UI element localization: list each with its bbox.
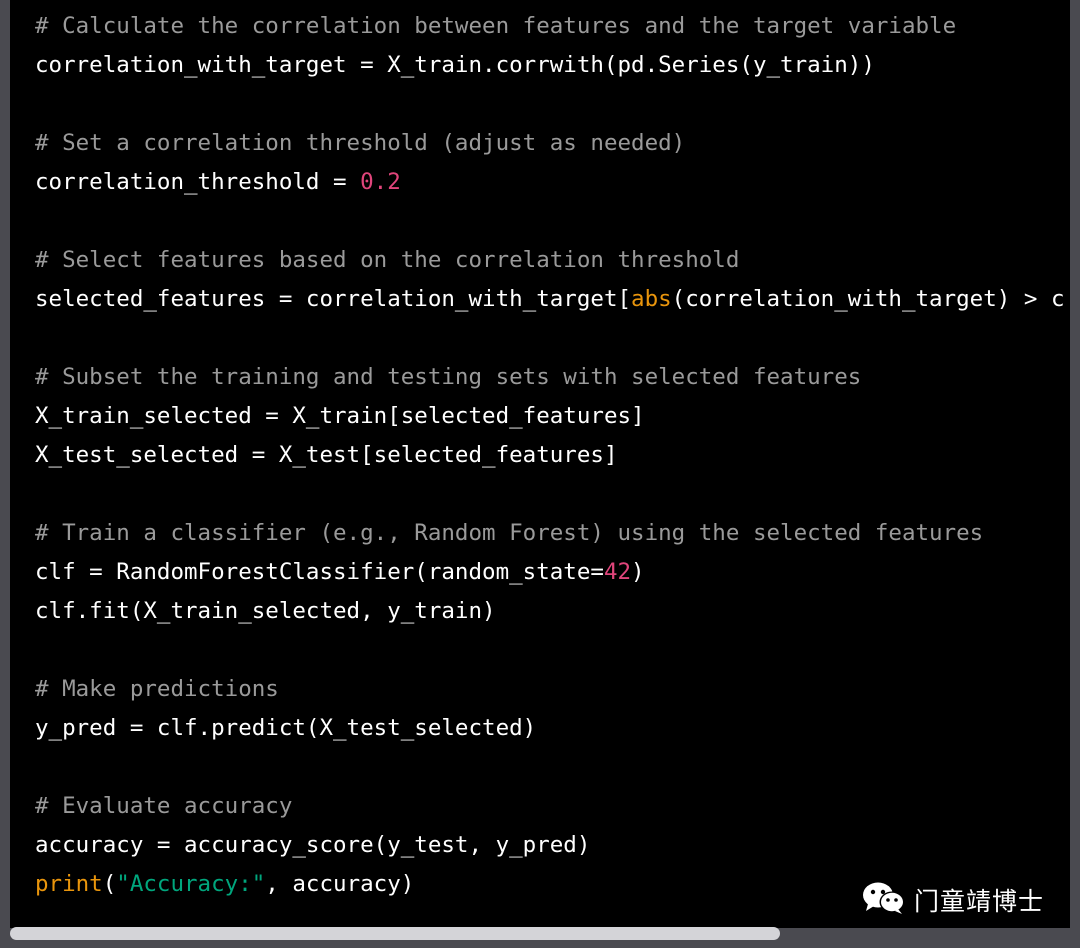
code-line: X_train_selected = X_train[selected_feat… <box>35 397 1065 436</box>
window-frame: # Calculate the correlation between feat… <box>0 0 1080 948</box>
horizontal-scrollbar-thumb[interactable] <box>10 927 780 940</box>
code-line: # Select features based on the correlati… <box>35 241 1065 280</box>
code-token-comment: # Train a classifier (e.g., Random Fores… <box>35 520 984 546</box>
code-token-comment: # Set a correlation threshold (adjust as… <box>35 130 686 156</box>
code-block[interactable]: # Calculate the correlation between feat… <box>10 0 1070 928</box>
code-token-plain: correlation_threshold = <box>35 169 361 195</box>
wechat-icon <box>862 880 906 921</box>
code-token-plain: (correlation_with_target) > c <box>671 286 1065 312</box>
code-token-string: "Accuracy:" <box>116 871 266 897</box>
code-token-plain: selected_features = correlation_with_tar… <box>35 286 632 312</box>
code-token-plain: correlation_with_target = X_train.corrwi… <box>35 52 875 78</box>
code-line: # Evaluate accuracy <box>35 787 1065 826</box>
code-token-comment: # Calculate the correlation between feat… <box>35 13 957 39</box>
code-token-comment: # Make predictions <box>35 676 279 702</box>
code-token-comment: # Evaluate accuracy <box>35 793 293 819</box>
code-token-plain: X_test_selected = X_test[selected_featur… <box>35 442 618 468</box>
code-token-comment: # Subset the training and testing sets w… <box>35 364 862 390</box>
code-token-plain: y_pred = clf.predict(X_test_selected) <box>35 715 537 741</box>
code-line: clf.fit(X_train_selected, y_train) <box>35 592 1065 631</box>
code-token-plain: clf.fit(X_train_selected, y_train) <box>35 598 496 624</box>
code-token-plain: ( <box>102 871 117 897</box>
code-line: # Calculate the correlation between feat… <box>35 7 1065 46</box>
code-token-plain: , accuracy) <box>265 871 415 897</box>
code-line: # Set a correlation threshold (adjust as… <box>35 124 1065 163</box>
code-line: accuracy = accuracy_score(y_test, y_pred… <box>35 826 1065 865</box>
code-content[interactable]: # Calculate the correlation between feat… <box>35 7 1065 904</box>
code-token-number: 42 <box>603 559 632 585</box>
code-token-builtin: abs <box>631 286 672 312</box>
watermark: 门童靖博士 <box>862 880 1044 920</box>
code-line: correlation_threshold = 0.2 <box>35 163 1065 202</box>
watermark-text: 门童靖博士 <box>914 887 1045 916</box>
code-line: correlation_with_target = X_train.corrwi… <box>35 46 1065 85</box>
code-token-number: 0.2 <box>360 169 401 195</box>
code-token-plain: clf = RandomForestClassifier(random_stat… <box>35 559 604 585</box>
code-token-plain: accuracy = accuracy_score(y_test, y_pred… <box>35 832 591 858</box>
code-line: y_pred = clf.predict(X_test_selected) <box>35 709 1065 748</box>
code-line: # Make predictions <box>35 670 1065 709</box>
code-token-plain: ) <box>631 559 645 585</box>
code-line: # Subset the training and testing sets w… <box>35 358 1065 397</box>
code-token-comment: # Select features based on the correlati… <box>35 247 740 273</box>
code-line: X_test_selected = X_test[selected_featur… <box>35 436 1065 475</box>
code-token-plain: X_train_selected = X_train[selected_feat… <box>35 403 645 429</box>
code-token-builtin: print <box>35 871 103 897</box>
code-line: clf = RandomForestClassifier(random_stat… <box>35 553 1065 592</box>
code-line: selected_features = correlation_with_tar… <box>35 280 1065 319</box>
code-line: # Train a classifier (e.g., Random Fores… <box>35 514 1065 553</box>
